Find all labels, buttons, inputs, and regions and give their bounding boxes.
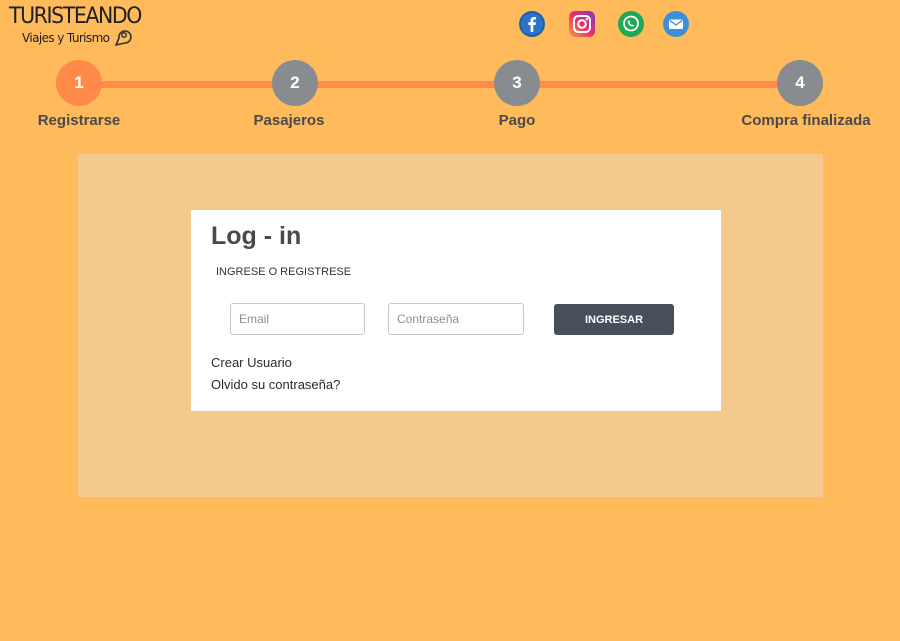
create-user-link[interactable]: Crear Usuario <box>211 355 292 370</box>
login-submit-button[interactable]: INGRESAR <box>554 304 674 335</box>
step-4-label: Compra finalizada <box>741 112 871 129</box>
brand-logo[interactable]: TURISTEANDO Viajes y Turismo <box>9 4 142 48</box>
step-1-label: Registrarse <box>37 112 121 129</box>
login-card: Log - in INGRESE O REGISTRESE INGRESAR C… <box>191 210 721 411</box>
checkout-stepper: 1 Registrarse 2 Pasajeros 3 Pago 4 Compr… <box>0 58 900 138</box>
step-2-number: 2 <box>290 73 300 92</box>
step-3-circle: 3 <box>494 60 540 106</box>
step-4-number: 4 <box>795 73 805 92</box>
facebook-icon[interactable] <box>519 11 545 37</box>
step-1-number: 1 <box>74 73 84 92</box>
step-2-label: Pasajeros <box>253 112 325 129</box>
step-3-number: 3 <box>512 73 522 92</box>
login-title: Log - in <box>211 222 302 250</box>
step-3-label: Pago <box>498 112 536 129</box>
stepper-track <box>79 81 799 88</box>
email-input[interactable] <box>230 303 365 335</box>
instagram-icon[interactable] <box>569 11 595 37</box>
step-2-circle: 2 <box>272 60 318 106</box>
step-4-circle: 4 <box>777 60 823 106</box>
password-input[interactable] <box>388 303 524 335</box>
email-icon[interactable] <box>663 11 689 37</box>
location-pin-icon <box>115 30 132 46</box>
brand-tagline: Viajes y Turismo <box>22 31 110 45</box>
login-subtitle: INGRESE O REGISTRESE <box>216 266 352 278</box>
forgot-password-link[interactable]: Olvido su contraseña? <box>211 377 340 392</box>
step-1-circle: 1 <box>56 60 102 106</box>
whatsapp-icon[interactable] <box>618 11 644 37</box>
